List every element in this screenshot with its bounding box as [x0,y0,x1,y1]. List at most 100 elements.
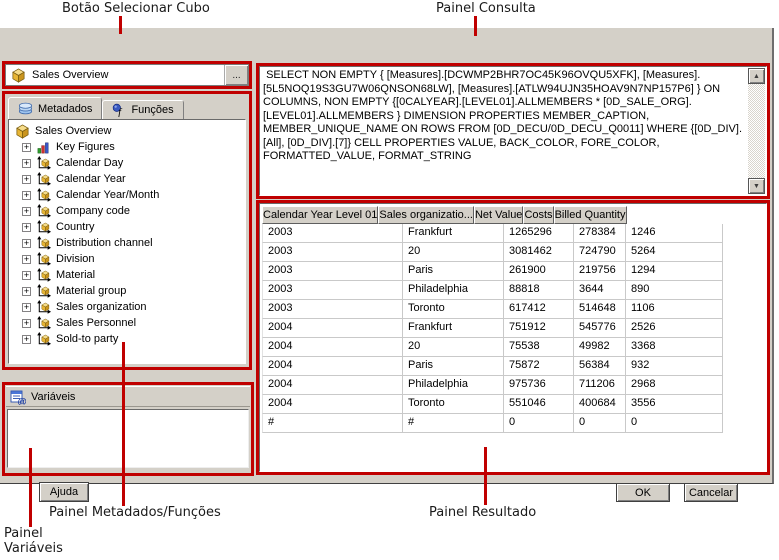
expand-plus-icon[interactable]: + [22,270,31,280]
expand-plus-icon[interactable]: + [22,222,31,232]
result-table-body: 2003 Frankfurt 1265296 278384 1246 2003 … [262,224,723,433]
table-row[interactable]: 2003 Toronto 617412 514648 1106 [262,300,723,319]
dimension-icon [36,332,51,347]
tree-item[interactable]: + Calendar Year/Month [9,187,245,203]
dimension-icon [36,156,51,171]
tree-item-label: Key Figures [56,141,115,153]
table-cell: 545776 [574,319,626,338]
annotation-line-cube [119,16,122,34]
column-header[interactable]: Billed Quantity [553,206,627,224]
table-cell: 2004 [262,376,403,395]
column-header[interactable]: Net Value [473,206,524,224]
column-header[interactable]: Sales organizatio... [378,206,474,224]
table-cell: Frankfurt [403,319,504,338]
scroll-up-icon[interactable]: ▲ [748,68,765,84]
table-row[interactable]: 2003 Paris 261900 219756 1294 [262,262,723,281]
help-button[interactable]: Ajuda [39,482,89,502]
tree-item[interactable]: + Calendar Year [9,171,245,187]
result-table-header: Calendar Year Level 01 Sales organizatio… [262,206,723,224]
expand-plus-icon[interactable]: + [22,158,31,168]
tree-item-label: Calendar Year [56,173,126,185]
table-row[interactable]: # # 0 0 0 [262,414,723,433]
table-cell: 751912 [504,319,574,338]
cancel-button[interactable]: Cancelar [684,483,738,502]
expand-plus-icon[interactable]: + [22,190,31,200]
table-row[interactable]: 2003 20 3081462 724790 5264 [262,243,723,262]
table-cell: 724790 [574,243,626,262]
annotation-line-variables [29,448,32,527]
expand-plus-icon[interactable]: + [22,238,31,248]
result-table: Calendar Year Level 01 Sales organizatio… [262,206,723,433]
expand-plus-icon[interactable]: + [22,334,31,344]
column-header[interactable]: Calendar Year Level 01 [262,206,379,224]
table-cell: 261900 [504,262,574,281]
annotation-line-query [474,16,477,36]
query-panel: SELECT NON EMPTY { [Measures].[DCWMP2BHR… [259,66,767,196]
tree-item-label: Calendar Day [56,157,124,169]
table-cell: 1246 [626,224,723,243]
table-cell: 2003 [262,224,403,243]
tree-item[interactable]: + Sales Personnel [9,315,245,331]
dimension-icon [36,284,51,299]
table-row[interactable]: 2004 Toronto 551046 400684 3556 [262,395,723,414]
table-cell: Philadelphia [403,376,504,395]
tree-item[interactable]: + Material [9,267,245,283]
variables-icon [10,389,26,405]
expand-plus-icon[interactable]: + [22,254,31,264]
tree-item[interactable]: + Material group [9,283,245,299]
expand-plus-icon[interactable]: + [22,318,31,328]
tree-item[interactable]: + Key Figures [9,139,245,155]
table-cell: 2526 [626,319,723,338]
annotation-line-metadata [122,342,125,506]
annotation-result-panel-label: Painel Resultado [429,505,537,520]
tree-item[interactable]: + Division [9,251,245,267]
table-cell: 5264 [626,243,723,262]
table-cell: 3644 [574,281,626,300]
table-row[interactable]: 2004 Frankfurt 751912 545776 2526 [262,319,723,338]
column-header[interactable]: Costs [523,206,554,224]
table-cell: 3368 [626,338,723,357]
table-cell: 2003 [262,262,403,281]
table-row[interactable]: 2003 Frankfurt 1265296 278384 1246 [262,224,723,243]
tree-item[interactable]: + Sales organization [9,299,245,315]
tree-item[interactable]: + Company code [9,203,245,219]
table-cell: 56384 [574,357,626,376]
table-row[interactable]: 2003 Philadelphia 88818 3644 890 [262,281,723,300]
cube-selector: Sales Overview ... [5,64,249,86]
table-cell: 2968 [626,376,723,395]
table-cell: 975736 [504,376,574,395]
tree-root-item[interactable]: Sales Overview [9,123,245,139]
variables-list[interactable] [7,409,249,468]
table-row[interactable]: 2004 20 75538 49982 3368 [262,338,723,357]
table-row[interactable]: 2004 Paris 75872 56384 932 [262,357,723,376]
table-cell: 2004 [262,338,403,357]
result-panel: Calendar Year Level 01 Sales organizatio… [259,203,767,472]
tree-item-label: Country [56,221,95,233]
expand-plus-icon[interactable]: + [22,142,31,152]
table-cell: 932 [626,357,723,376]
dimension-icon [36,316,51,331]
expand-plus-icon[interactable]: + [22,286,31,296]
scrollbar-track[interactable] [748,84,765,178]
table-cell: 20 [403,338,504,357]
dimension-icon [36,268,51,283]
tree-item[interactable]: + Calendar Day [9,155,245,171]
expand-plus-icon[interactable]: + [22,302,31,312]
scroll-down-icon[interactable]: ▼ [748,178,765,194]
table-cell: 2004 [262,319,403,338]
tab-funcoes[interactable]: Funções [102,100,184,119]
mdx-query-text[interactable]: SELECT NON EMPTY { [Measures].[DCWMP2BHR… [263,69,742,193]
ok-button[interactable]: OK [616,483,670,502]
table-cell: Toronto [403,300,504,319]
browse-cube-button[interactable]: ... [224,65,248,85]
tree-item[interactable]: + Country [9,219,245,235]
table-row[interactable]: 2004 Philadelphia 975736 711206 2968 [262,376,723,395]
tab-metadados[interactable]: Metadados [8,97,103,119]
expand-plus-icon[interactable]: + [22,174,31,184]
query-scrollbar[interactable]: ▲ ▼ [748,68,765,194]
cube-selector-field[interactable]: Sales Overview [6,65,224,85]
expand-plus-icon[interactable]: + [22,206,31,216]
tree-item[interactable]: + Sold-to party [9,331,245,347]
tree-item[interactable]: + Distribution channel [9,235,245,251]
metadata-layers-icon [18,101,33,116]
